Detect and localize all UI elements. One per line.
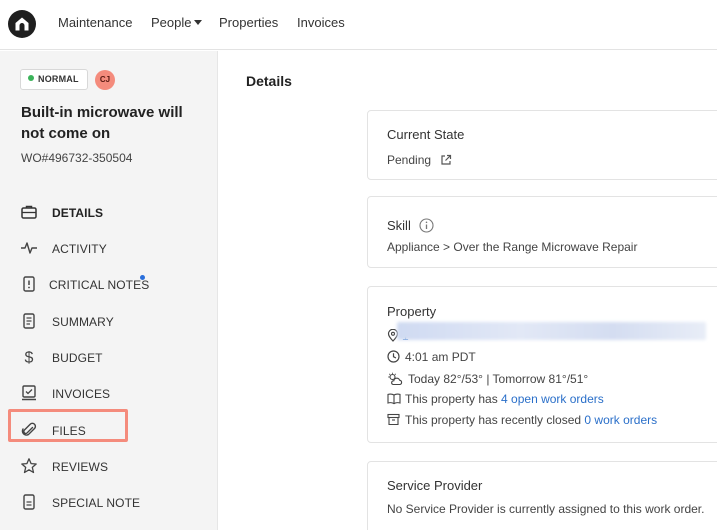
nav-invoices[interactable]: Invoices bbox=[297, 15, 345, 30]
nav-people[interactable]: People bbox=[151, 15, 203, 30]
skill-card: Skill Appliance > Over the Range Microwa… bbox=[367, 196, 717, 268]
files-highlight bbox=[8, 409, 128, 442]
weather-icon bbox=[388, 372, 403, 386]
clock-icon bbox=[387, 350, 400, 363]
sidebar-item-label: SUMMARY bbox=[52, 315, 114, 329]
sidebar-item-label: REVIEWS bbox=[52, 460, 109, 474]
nav-properties[interactable]: Properties bbox=[219, 15, 278, 30]
sidebar: NORMAL CJ Built-in microwave will not co… bbox=[0, 51, 218, 530]
service-provider-value: No Service Provider is currently assigne… bbox=[387, 502, 705, 516]
sidebar-item-label: ACTIVITY bbox=[52, 242, 107, 256]
external-link-icon[interactable] bbox=[440, 154, 452, 166]
property-weather: Today 82°/53° | Tomorrow 81°/51° bbox=[408, 372, 589, 386]
note-icon bbox=[23, 494, 35, 510]
document-icon bbox=[23, 313, 35, 329]
current-state-value[interactable]: Pending bbox=[387, 152, 452, 167]
closed-orders-link[interactable]: 0 work orders bbox=[584, 413, 657, 427]
property-closed-orders-text: This property has recently closed 0 work… bbox=[405, 413, 657, 427]
nav-maintenance[interactable]: Maintenance bbox=[58, 15, 132, 30]
nav-people-label: People bbox=[151, 15, 192, 30]
top-nav: Maintenance People Properties Invoices bbox=[0, 0, 717, 50]
work-order-number: WO#496732-350504 bbox=[21, 151, 133, 165]
sidebar-item-label: INVOICES bbox=[52, 387, 111, 401]
star-icon bbox=[21, 458, 37, 474]
assignee-avatar[interactable]: CJ bbox=[95, 70, 115, 90]
chevron-down-icon bbox=[194, 20, 203, 26]
current-state-heading: Current State bbox=[387, 127, 465, 142]
open-orders-prefix: This property has bbox=[405, 392, 502, 406]
dollar-icon: $ bbox=[25, 350, 34, 367]
open-orders-link[interactable]: 4 open work orders bbox=[501, 392, 604, 406]
priority-label: NORMAL bbox=[38, 74, 79, 84]
service-provider-card: Service Provider No Service Provider is … bbox=[367, 461, 717, 530]
property-time: 4:01 am PDT bbox=[405, 350, 476, 364]
sidebar-item-label: BUDGET bbox=[52, 351, 103, 365]
skill-heading: Skill bbox=[387, 215, 435, 233]
redacted-address bbox=[397, 322, 706, 340]
skill-heading-label: Skill bbox=[387, 218, 411, 233]
archive-icon bbox=[387, 413, 400, 426]
current-state-card: Current State Pending bbox=[367, 110, 717, 180]
info-icon[interactable] bbox=[419, 218, 435, 233]
unread-indicator-icon bbox=[140, 275, 145, 280]
alert-note-icon bbox=[23, 276, 35, 292]
work-order-title: Built-in microwave will not come on bbox=[21, 104, 183, 142]
sidebar-item-label: DETAILS bbox=[52, 206, 104, 220]
skill-value: Appliance > Over the Range Microwave Rep… bbox=[387, 240, 638, 254]
status-dot-icon bbox=[28, 75, 34, 81]
property-open-orders-text: This property has 4 open work orders bbox=[405, 392, 604, 406]
invoice-icon bbox=[22, 385, 36, 401]
sidebar-item-label: SPECIAL NOTE bbox=[52, 496, 141, 510]
page-title: Details bbox=[246, 73, 292, 89]
svg-text:$: $ bbox=[25, 350, 34, 367]
priority-badge: NORMAL bbox=[20, 69, 88, 90]
briefcase-icon bbox=[21, 205, 37, 219]
closed-orders-prefix: This property has recently closed bbox=[405, 413, 585, 427]
current-state-label: Pending bbox=[387, 153, 432, 167]
property-card: Property 1 4:01 am PDT Today 82°/53° | T… bbox=[367, 286, 717, 443]
home-logo-icon[interactable] bbox=[8, 10, 36, 38]
sidebar-item-label: CRITICAL NOTES bbox=[49, 278, 150, 292]
service-provider-heading: Service Provider bbox=[387, 478, 483, 493]
property-heading: Property bbox=[387, 304, 437, 319]
activity-icon bbox=[21, 242, 37, 254]
book-icon bbox=[387, 393, 401, 405]
